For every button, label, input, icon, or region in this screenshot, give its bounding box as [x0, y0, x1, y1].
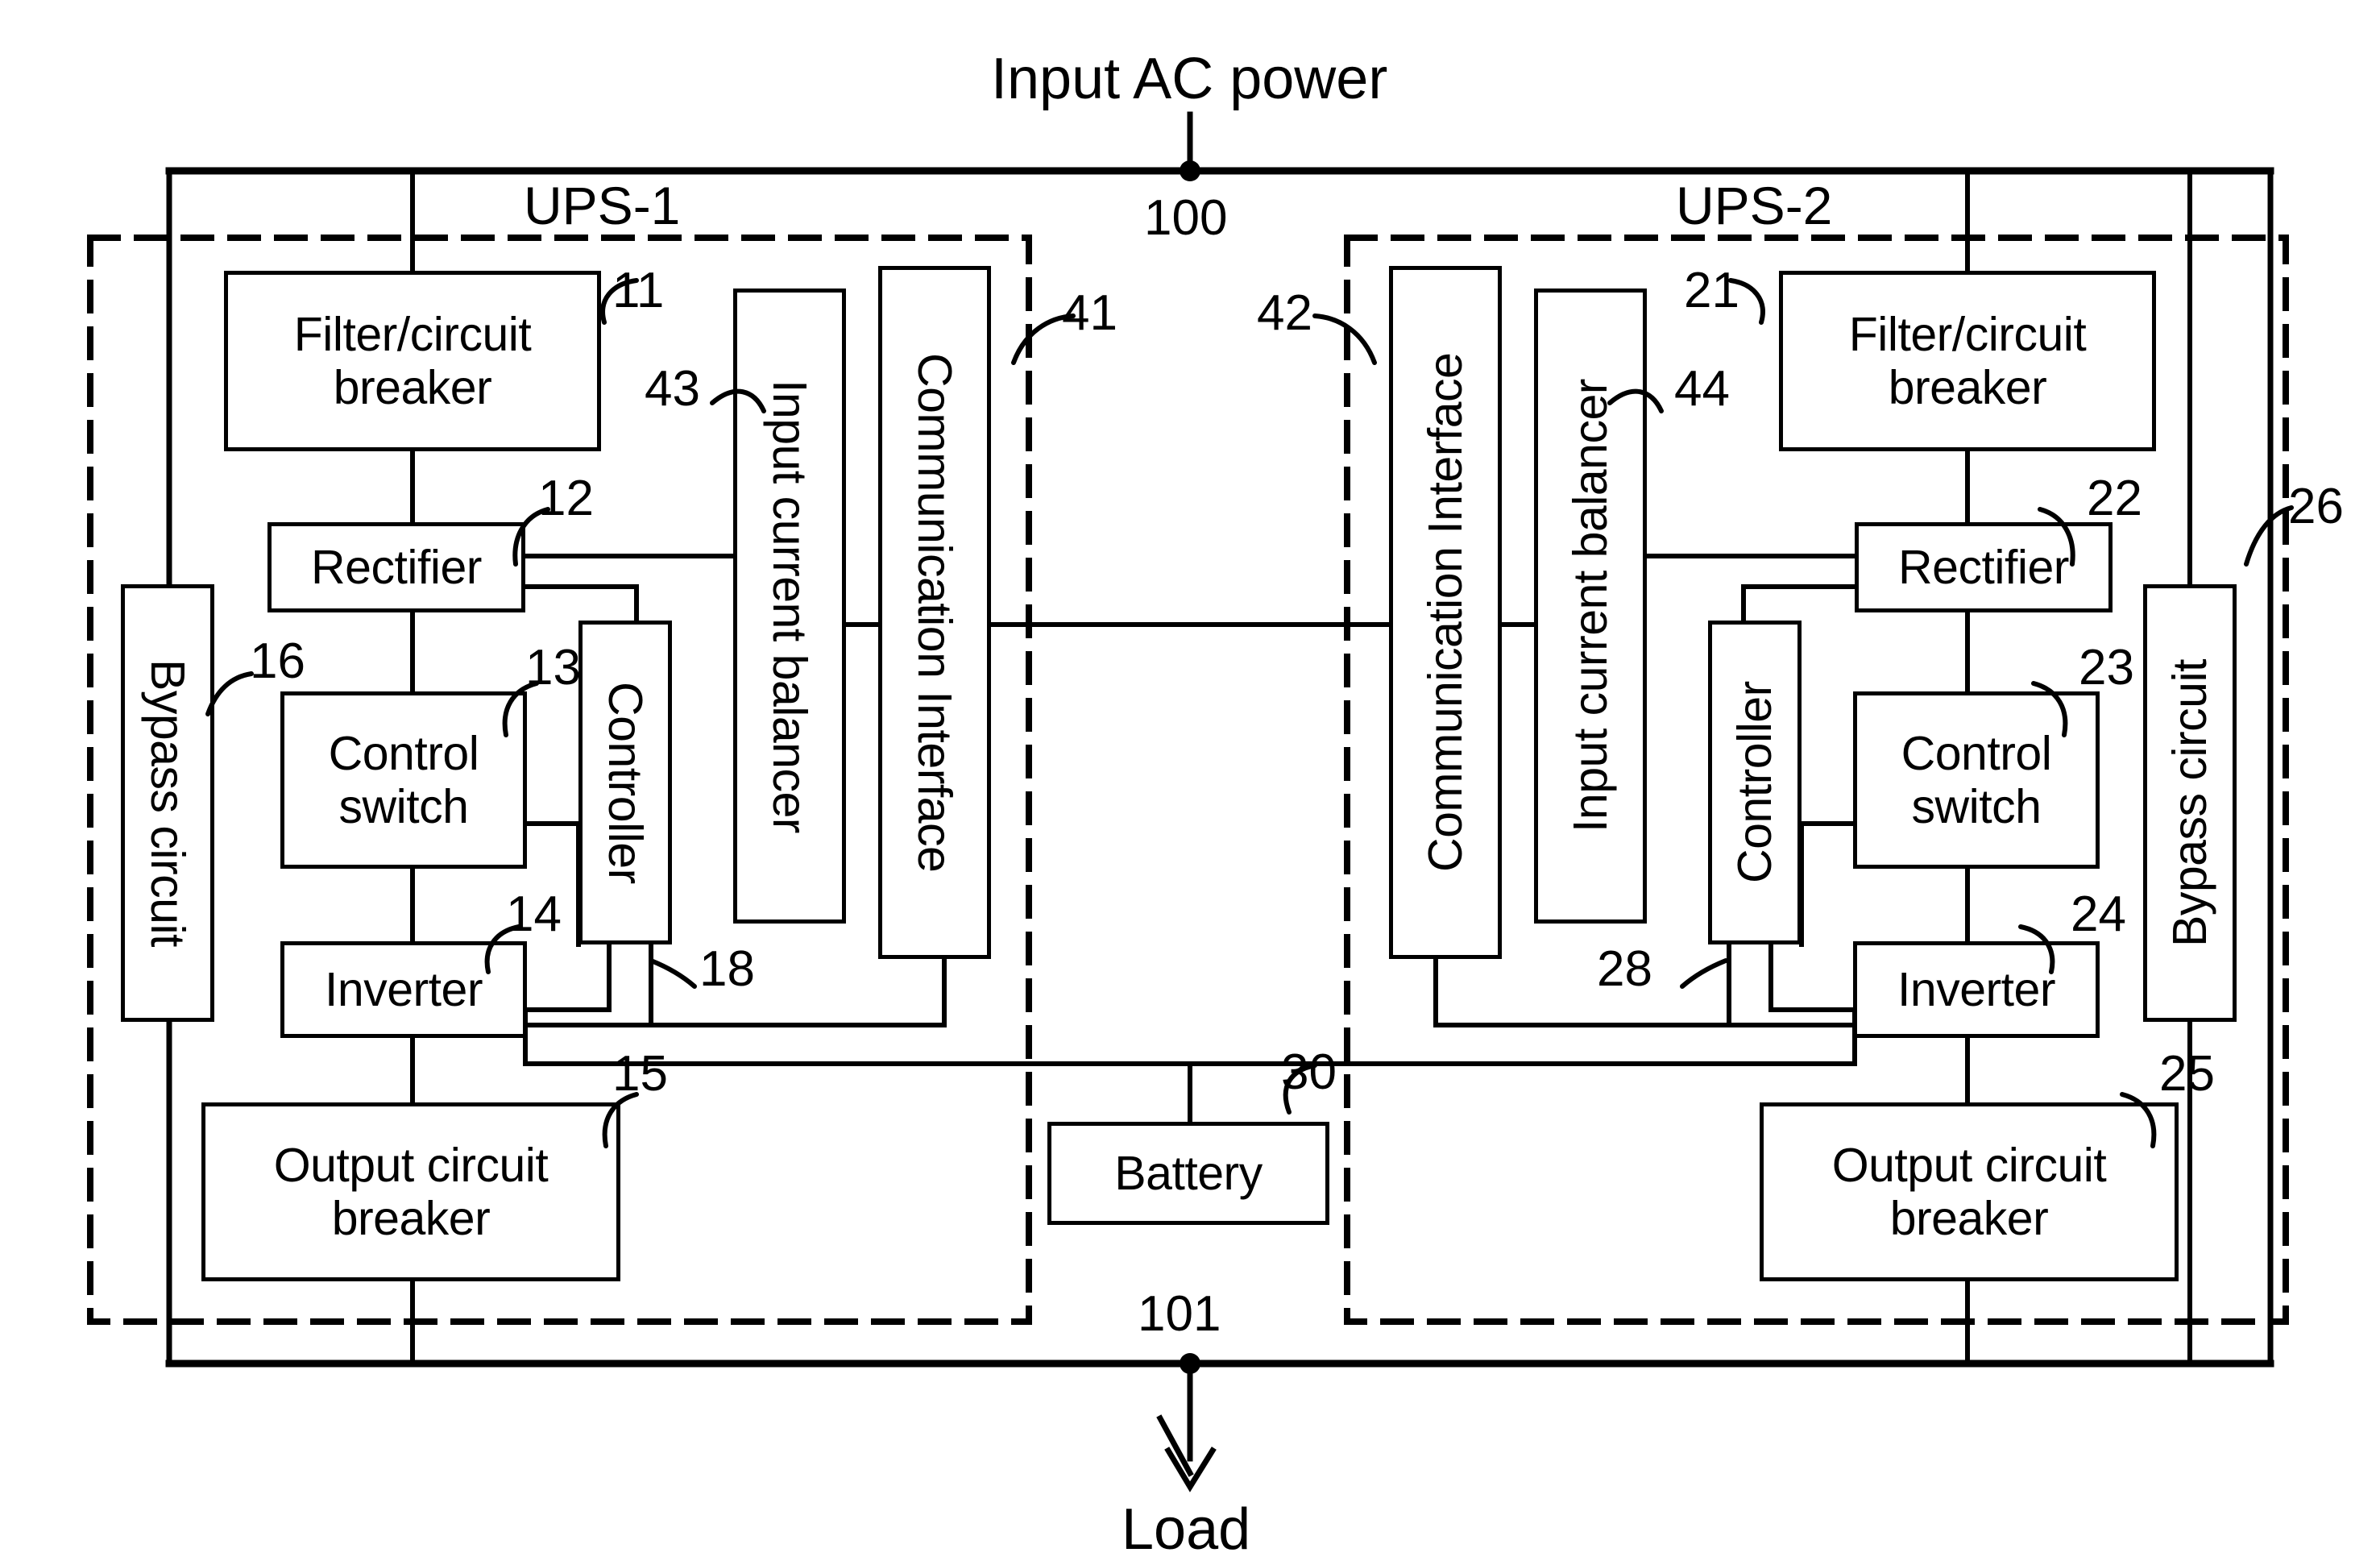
- battery-block[interactable]: Battery: [1047, 1122, 1329, 1225]
- ups2-inverter-block[interactable]: Inverter: [1853, 941, 2100, 1038]
- ups1-control-switch-block[interactable]: Control switch: [280, 691, 527, 869]
- patent-block-diagram: Input AC power 100 101 Load UPS-1 UPS-2 …: [0, 0, 2380, 1565]
- ups2-output-circuit-breaker-block[interactable]: Output circuit breaker: [1760, 1102, 2179, 1281]
- ups2-rectifier-ref: 22: [2087, 471, 2142, 526]
- ups2-cswitch-to-controller: [1799, 821, 1857, 947]
- ups2-rectifier-block[interactable]: Rectifier: [1855, 522, 2113, 612]
- node-100-ref: 100: [1144, 190, 1228, 246]
- ups1-bypass-circuit-label: Bypass circuit: [141, 659, 195, 947]
- ups1-input-current-balancer-block[interactable]: Input current balancer: [733, 289, 846, 924]
- ups1-controller-label: Controller: [599, 681, 653, 884]
- node-101-ref: 101: [1138, 1286, 1221, 1342]
- ups1-inverter-label: Inverter: [324, 962, 483, 1016]
- ups1-output-circuit-breaker-block[interactable]: Output circuit breaker: [201, 1102, 620, 1281]
- battery-label: Battery: [1114, 1146, 1263, 1200]
- ups2-inverter-ref: 24: [2071, 886, 2126, 942]
- ups1-inverter-ref: 14: [506, 886, 562, 942]
- ups1-bypass-circuit-block[interactable]: Bypass circuit: [121, 584, 214, 1022]
- ups2-bypass-circuit-ref: 26: [2288, 479, 2344, 534]
- ups2-input-current-balancer-ref: 44: [1674, 361, 1730, 417]
- ups2-input-current-balancer-label: Input current balancer: [1563, 379, 1617, 833]
- ups1-communication-interface-ref: 41: [1062, 285, 1117, 341]
- ups2-communication-interface-ref: 42: [1257, 285, 1312, 341]
- ups2-controller-ref: 28: [1597, 941, 1652, 997]
- load-label: Load: [1122, 1497, 1251, 1562]
- ups1-control-switch-label: Control switch: [328, 726, 479, 833]
- ups1-control-switch-ref: 13: [525, 640, 581, 695]
- ups1-controller-to-inverter: [523, 942, 612, 1012]
- ups2-input-current-balancer-block[interactable]: Input current balancer: [1534, 289, 1647, 924]
- ups2-filter-circuit-breaker-label: Filter/circuit breaker: [1848, 307, 2087, 414]
- junction-dot-101: [1180, 1353, 1200, 1374]
- ups2-control-switch-label: Control switch: [1901, 726, 2052, 833]
- ups2-bypass-circuit-label: Bypass circuit: [2162, 659, 2216, 947]
- ups1-rectifier-block[interactable]: Rectifier: [267, 522, 525, 612]
- ups1-controller-bus: [649, 942, 889, 1027]
- ups1-inverter-block[interactable]: Inverter: [280, 941, 527, 1038]
- section-title-ups-1: UPS-1: [524, 176, 681, 235]
- ups1-controller-block[interactable]: Controller: [578, 621, 672, 944]
- ups2-communication-interface-block[interactable]: Communication Interface: [1389, 266, 1502, 959]
- ups2-controller-block[interactable]: Controller: [1708, 621, 1802, 944]
- ups1-input-current-balancer-label: Input current balancer: [763, 379, 817, 833]
- ups1-input-current-balancer-ref: 43: [645, 361, 700, 417]
- ups2-bypass-circuit-block[interactable]: Bypass circuit: [2143, 584, 2237, 1022]
- section-title-ups-2: UPS-2: [1676, 176, 1833, 235]
- ups1-communication-interface-block[interactable]: Communication Interface: [878, 266, 991, 959]
- ups1-controller-ref: 18: [699, 941, 755, 997]
- ups2-inverter-label: Inverter: [1897, 962, 2056, 1016]
- ups2-controller-to-inverter: [1768, 942, 1857, 1012]
- input-ac-power-label: Input AC power: [991, 47, 1388, 111]
- ups1-output-circuit-breaker-ref: 15: [612, 1046, 668, 1102]
- battery-ref: 30: [1281, 1044, 1337, 1100]
- ups2-rectifier-label: Rectifier: [1898, 540, 2069, 594]
- ups2-controller-label: Controller: [1727, 681, 1781, 884]
- ups1-filter-circuit-breaker-label: Filter/circuit breaker: [293, 307, 532, 414]
- ups1-communication-interface-label: Communication Interface: [908, 352, 962, 873]
- ups2-output-circuit-breaker-label: Output circuit breaker: [1831, 1138, 2107, 1245]
- ups2-control-switch-ref: 23: [2079, 640, 2134, 695]
- ups1-rectifier-ref: 12: [538, 471, 594, 526]
- ups1-filter-circuit-breaker-ref: 11: [612, 263, 665, 318]
- ups2-output-circuit-breaker-ref: 25: [2159, 1046, 2215, 1102]
- ups1-filter-circuit-breaker-block[interactable]: Filter/circuit breaker: [224, 271, 601, 451]
- ups2-communication-interface-label: Communication Interface: [1418, 352, 1472, 873]
- ups1-bypass-circuit-ref: 16: [250, 633, 305, 689]
- junction-dot-100: [1180, 160, 1200, 181]
- ups2-filter-circuit-breaker-block[interactable]: Filter/circuit breaker: [1779, 271, 2156, 451]
- ups1-rectifier-label: Rectifier: [311, 540, 482, 594]
- ups2-control-switch-block[interactable]: Control switch: [1853, 691, 2100, 869]
- ups1-output-circuit-breaker-label: Output circuit breaker: [273, 1138, 549, 1245]
- ups2-filter-circuit-breaker-ref: 21: [1684, 263, 1739, 318]
